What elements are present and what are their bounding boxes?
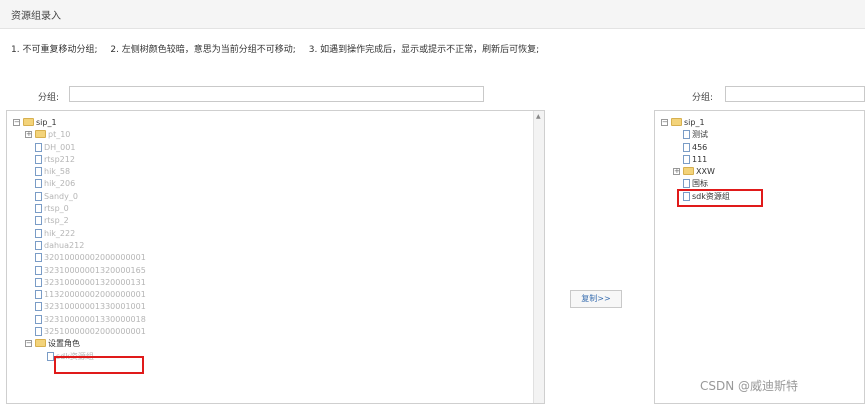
tree-node-label: 11320000002000000001 xyxy=(44,290,146,300)
notice-item: 2. 左侧树颜色较暗，意思为当前分组不可移动; xyxy=(110,45,296,55)
right-group-input[interactable] xyxy=(725,86,865,102)
folder-icon xyxy=(35,339,46,348)
right-group-label: 分组: xyxy=(692,93,714,103)
page-header: 资源组录入 xyxy=(0,0,865,29)
copy-button[interactable]: 复制>> xyxy=(570,290,622,308)
tree-node-label: 456 xyxy=(692,142,708,152)
file-icon xyxy=(35,290,42,300)
tree-node-label: 111 xyxy=(692,154,708,164)
left-group-label: 分组: xyxy=(38,93,60,103)
tree-node-label: 设置角色 xyxy=(48,339,80,349)
tree-node-label: rtsp212 xyxy=(44,154,75,164)
tree-node-label: pt_10 xyxy=(48,130,71,140)
folder-icon xyxy=(683,167,694,176)
tree-node-label: dahua212 xyxy=(44,240,85,250)
file-icon xyxy=(35,277,42,287)
file-icon xyxy=(35,191,42,201)
file-icon xyxy=(35,167,42,177)
tree-node-label: 32310000001320000131 xyxy=(44,277,146,287)
tree-node-label: 32310000001320000165 xyxy=(44,265,146,275)
file-icon xyxy=(35,314,42,324)
file-icon xyxy=(35,216,42,226)
notice-item: 1. 不可重复移动分组; xyxy=(11,45,98,55)
file-icon xyxy=(683,154,690,164)
notice-item: 3. 如遇到操作完成后，显示或提示不正常，刷新后可恢复; xyxy=(308,45,540,55)
watermark: CSDN @威迪斯特 xyxy=(700,379,799,393)
file-icon xyxy=(35,154,42,164)
file-icon xyxy=(35,179,42,189)
tree-node-label: Sandy_0 xyxy=(44,191,78,201)
file-icon xyxy=(35,228,42,238)
folder-icon xyxy=(35,130,46,139)
tree-node-label: hik_222 xyxy=(44,228,76,238)
right-tree-panel[interactable]: − sip_1 测试 456 111 + XXW 国标 sdk资源组 xyxy=(654,110,865,404)
file-icon xyxy=(35,265,42,275)
tree-node-label: 32310000001330000018 xyxy=(44,314,146,324)
left-tree-scrollbar[interactable]: ▲ xyxy=(533,111,544,403)
tree-node-label: sip_1 xyxy=(684,118,705,127)
tree-node-label: DH_001 xyxy=(44,142,76,152)
tree-node-label: XXW xyxy=(696,167,715,177)
file-icon xyxy=(35,327,42,337)
tree-node-label: 测试 xyxy=(692,130,708,140)
notice-text: 1. 不可重复移动分组; 2. 左侧树颜色较暗，意思为当前分组不可移动; 3. … xyxy=(11,42,549,55)
tree-node-label: rtsp_0 xyxy=(44,204,69,214)
page-title: 资源组录入 xyxy=(11,11,61,22)
file-icon xyxy=(35,204,42,214)
file-icon xyxy=(683,142,690,152)
left-group-input[interactable] xyxy=(69,86,484,102)
tree-node-label: rtsp_2 xyxy=(44,216,69,226)
folder-icon xyxy=(23,118,34,126)
file-icon xyxy=(35,240,42,250)
file-icon xyxy=(35,253,42,263)
scroll-up-icon[interactable]: ▲ xyxy=(536,113,541,120)
file-icon xyxy=(35,142,42,152)
expand-icon[interactable]: + xyxy=(25,131,32,139)
highlight-box-right xyxy=(677,189,763,207)
file-icon xyxy=(47,351,54,361)
expand-icon[interactable]: + xyxy=(673,168,680,176)
tree-node-label: 32010000002000000001 xyxy=(44,253,146,263)
tree-node-label: sip_1 xyxy=(36,118,57,127)
tree-node-label: hik_206 xyxy=(44,179,76,189)
tree-node-label: hik_58 xyxy=(44,167,71,177)
file-icon xyxy=(35,302,42,312)
tree-node-label: 32510000002000000001 xyxy=(44,327,146,337)
folder-icon xyxy=(671,118,682,126)
collapse-icon[interactable]: − xyxy=(661,119,668,126)
collapse-icon[interactable]: − xyxy=(13,119,20,126)
tree-node-label: 32310000001330001001 xyxy=(44,302,146,312)
file-icon xyxy=(683,130,690,140)
highlight-box-left xyxy=(54,356,144,374)
collapse-icon[interactable]: − xyxy=(25,340,32,348)
file-icon xyxy=(683,179,690,189)
